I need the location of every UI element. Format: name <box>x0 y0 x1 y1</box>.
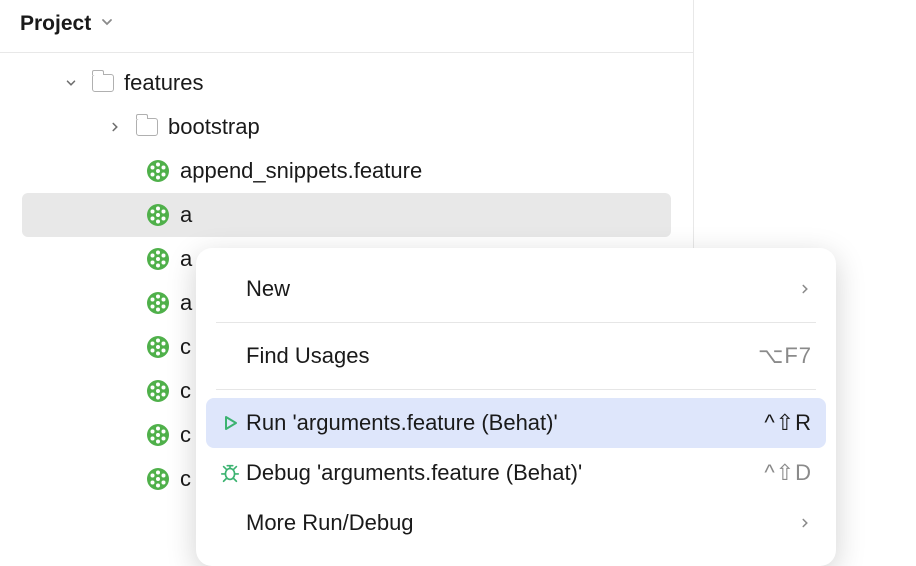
folder-icon <box>92 74 114 92</box>
cucumber-icon <box>146 247 170 271</box>
tree-item-folder[interactable]: bootstrap <box>0 105 693 149</box>
bug-icon <box>214 462 246 484</box>
menu-item-label: Find Usages <box>246 343 758 369</box>
menu-item-debug[interactable]: Debug 'arguments.feature (Behat)' ^⇧D <box>196 448 836 498</box>
tree-item-label: a <box>180 246 192 272</box>
tree-item-label: c <box>180 466 191 492</box>
menu-item-run[interactable]: Run 'arguments.feature (Behat)' ^⇧R <box>206 398 826 448</box>
menu-item-label: Run 'arguments.feature (Behat)' <box>246 410 764 436</box>
cucumber-icon <box>146 379 170 403</box>
tree-item-label: a <box>180 290 192 316</box>
cucumber-icon <box>146 291 170 315</box>
tree-item-label: bootstrap <box>168 114 260 140</box>
menu-item-label: More Run/Debug <box>246 510 798 536</box>
tree-item-file[interactable]: append_snippets.feature <box>0 149 693 193</box>
menu-item-more-run-debug[interactable]: More Run/Debug <box>196 498 836 548</box>
chevron-right-icon <box>798 276 812 302</box>
run-icon <box>214 413 246 433</box>
cucumber-icon <box>146 335 170 359</box>
menu-separator <box>216 389 816 390</box>
menu-shortcut: ^⇧R <box>764 410 812 436</box>
menu-shortcut: ^⇧D <box>764 460 812 486</box>
menu-item-find-usages[interactable]: Find Usages ⌥F7 <box>196 331 836 381</box>
folder-icon <box>136 118 158 136</box>
cucumber-icon <box>146 159 170 183</box>
context-menu: New Find Usages ⌥F7 Run 'arguments.featu… <box>196 248 836 566</box>
tree-item-label: a <box>180 202 192 228</box>
menu-item-new[interactable]: New <box>196 264 836 314</box>
panel-header[interactable]: Project <box>0 0 693 53</box>
panel-title: Project <box>20 12 91 36</box>
tree-item-label: c <box>180 422 191 448</box>
chevron-right-icon <box>798 510 812 536</box>
cucumber-icon <box>146 467 170 491</box>
menu-shortcut: ⌥F7 <box>758 343 812 369</box>
chevron-down-icon <box>64 76 88 90</box>
menu-item-label: New <box>246 276 798 302</box>
tree-item-label: c <box>180 378 191 404</box>
tree-item-label: append_snippets.feature <box>180 158 422 184</box>
tree-item-label: features <box>124 70 204 96</box>
tree-item-folder[interactable]: features <box>0 61 693 105</box>
chevron-down-icon <box>99 12 115 36</box>
menu-item-label: Debug 'arguments.feature (Behat)' <box>246 460 764 486</box>
cucumber-icon <box>146 423 170 447</box>
chevron-right-icon <box>108 120 132 134</box>
tree-item-label: c <box>180 334 191 360</box>
tree-item-file[interactable]: a <box>22 193 671 237</box>
menu-separator <box>216 322 816 323</box>
cucumber-icon <box>146 203 170 227</box>
